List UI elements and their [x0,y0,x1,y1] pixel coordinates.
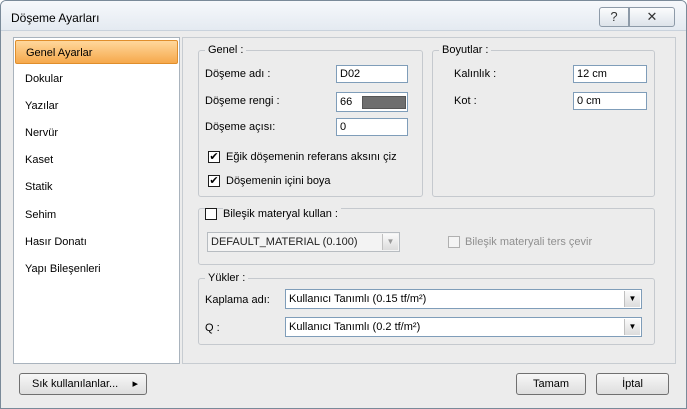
window-title: Döşeme Ayarları [11,11,100,25]
sidebar-item-label: Yapı Bileşenleri [25,263,101,275]
close-button[interactable]: ✕ [629,7,675,27]
title-bar: Döşeme Ayarları ? ✕ [1,1,686,31]
close-icon: ✕ [646,9,658,24]
slab-color-label: Döşeme rengi : [205,95,280,107]
favorites-label: Sık kullanılanlar... [32,378,119,390]
thickness-input[interactable]: 12 cm [573,65,647,83]
slab-name-label: Döşeme adı : [205,68,271,80]
slab-angle-label: Döşeme açısı: [205,121,276,133]
settings-content: Genel : Döşeme adı : D02 Döşeme rengi : … [182,37,676,364]
material-value: DEFAULT_MATERIAL (0.100) [211,236,358,248]
genel-legend: Genel : [208,44,244,56]
help-button[interactable]: ? [599,7,629,27]
cancel-button[interactable]: İptal [596,373,669,395]
ok-button[interactable]: Tamam [516,373,586,395]
sidebar-item-dokular[interactable]: Dokular [15,67,178,91]
sidebar-item-label: Sehim [25,209,57,221]
q-load-value: Kullanıcı Tanımlı (0.2 tf/m²) [289,321,421,333]
kot-label: Kot : [454,95,477,107]
sidebar-item-label: Statik [25,181,53,193]
reverse-material-label: Bileşik materyali ters çevir [465,236,593,248]
paint-interior-label: Döşemenin içini boya [226,175,331,187]
cover-name-select[interactable]: Kullanıcı Tanımlı (0.15 tf/m²) ▼ [285,289,642,309]
cover-name-value: Kullanıcı Tanımlı (0.15 tf/m²) [289,293,427,305]
sidebar-item-label: Hasır Donatı [25,236,87,248]
chevron-right-icon: ▸ [132,378,138,390]
help-icon: ? [610,9,618,24]
sidebar-item-kaset[interactable]: Kaset [15,148,178,172]
sidebar-item-yazilar[interactable]: Yazılar [15,94,178,118]
dialog-window: Döşeme Ayarları ? ✕ Genel Ayarlar Dokula… [0,0,687,409]
slab-color-value: 66 [340,96,353,108]
dropdown-arrow-icon: ▼ [382,234,398,250]
kot-input[interactable]: 0 cm [573,92,647,110]
sidebar-item-label: Dokular [25,73,63,85]
sidebar-item-label: Nervür [25,127,59,139]
dropdown-arrow-icon: ▼ [624,291,640,307]
sidebar-item-yapi-bilesenleri[interactable]: Yapı Bileşenleri [15,257,178,281]
sidebar-item-statik[interactable]: Statik [15,175,178,199]
boyutlar-legend: Boyutlar : [442,44,489,56]
dropdown-arrow-icon: ▼ [624,319,640,335]
sidebar-item-label: Genel Ayarlar [26,47,93,59]
ref-axis-label: Eğik döşemenin referans aksını çiz [226,151,397,163]
q-load-select[interactable]: Kullanıcı Tanımlı (0.2 tf/m²) ▼ [285,317,642,337]
q-label: Q : [205,322,220,334]
paint-interior-checkbox[interactable]: ✔ [208,175,220,187]
reverse-material-checkbox[interactable] [448,236,460,248]
sidebar-item-sehim[interactable]: Sehim [15,203,178,227]
slab-color-picker[interactable]: 66 [336,92,408,112]
slab-name-input[interactable]: D02 [336,65,408,83]
sidebar-item-hasir-donati[interactable]: Hasır Donatı [15,230,178,254]
favorites-button[interactable]: Sık kullanılanlar... ▸ [19,373,147,395]
color-swatch [362,96,406,109]
composite-material-label: Bileşik materyal kullan : [223,208,341,220]
slab-angle-input[interactable]: 0 [336,118,408,136]
sidebar-item-label: Yazılar [25,100,59,112]
thickness-label: Kalınlık : [454,68,497,80]
sidebar-item-label: Kaset [25,154,54,166]
cover-name-label: Kaplama adı: [205,294,270,306]
settings-sidebar: Genel Ayarlar Dokular Yazılar Nervür Kas… [13,37,180,364]
sidebar-item-genel-ayarlar[interactable]: Genel Ayarlar [15,40,178,64]
composite-material-checkbox[interactable] [205,208,217,220]
material-select[interactable]: DEFAULT_MATERIAL (0.100) ▼ [207,232,400,252]
ref-axis-checkbox[interactable]: ✔ [208,151,220,163]
sidebar-item-nervur[interactable]: Nervür [15,121,178,145]
yukler-legend: Yükler : [208,272,246,284]
